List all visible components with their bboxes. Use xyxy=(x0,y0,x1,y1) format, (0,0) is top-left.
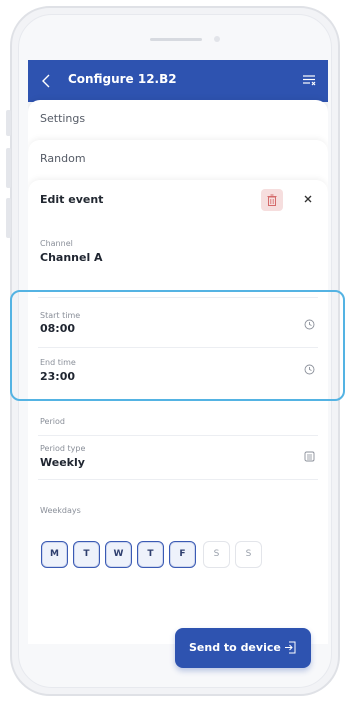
page-title: Configure 12.B2 xyxy=(68,72,177,86)
time-range-highlight xyxy=(10,290,345,401)
phone-speaker xyxy=(150,38,202,41)
period-type-label: Period type xyxy=(40,444,86,453)
channel-value[interactable]: Channel A xyxy=(40,251,103,264)
weekdays-label: Weekdays xyxy=(40,506,81,515)
weekday-button[interactable]: F xyxy=(169,541,196,568)
trash-icon xyxy=(267,194,277,206)
weekday-button[interactable]: M xyxy=(41,541,68,568)
random-label: Random xyxy=(40,152,86,165)
weekday-button[interactable]: W xyxy=(105,541,132,568)
weekday-button[interactable]: T xyxy=(137,541,164,568)
back-arrow-icon[interactable] xyxy=(38,72,54,90)
delete-button[interactable] xyxy=(261,189,283,211)
send-to-device-button[interactable]: Send to device xyxy=(175,628,311,668)
period-type-value[interactable]: Weekly xyxy=(40,456,85,469)
weekday-button[interactable]: S xyxy=(203,541,230,568)
phone-camera xyxy=(214,36,220,42)
close-icon[interactable] xyxy=(301,192,315,206)
weekday-button[interactable]: S xyxy=(235,541,262,568)
channel-label: Channel xyxy=(40,239,73,248)
phone-side-button xyxy=(6,110,11,136)
phone-side-button xyxy=(6,148,11,188)
weekday-button[interactable]: T xyxy=(73,541,100,568)
phone-side-button xyxy=(6,198,11,238)
edit-event-title: Edit event xyxy=(40,193,104,206)
send-button-label: Send to device xyxy=(189,641,281,654)
sign-in-icon xyxy=(285,641,296,654)
filter-list-icon[interactable] xyxy=(302,73,316,87)
period-section-label: Period xyxy=(40,417,65,426)
list-icon[interactable] xyxy=(304,451,315,462)
settings-label: Settings xyxy=(40,112,86,125)
divider xyxy=(38,479,318,480)
app-bar: Configure 12.B2 xyxy=(28,60,328,102)
divider xyxy=(38,435,318,436)
edit-event-panel: Edit event Channel Channel A Start time … xyxy=(28,180,328,644)
